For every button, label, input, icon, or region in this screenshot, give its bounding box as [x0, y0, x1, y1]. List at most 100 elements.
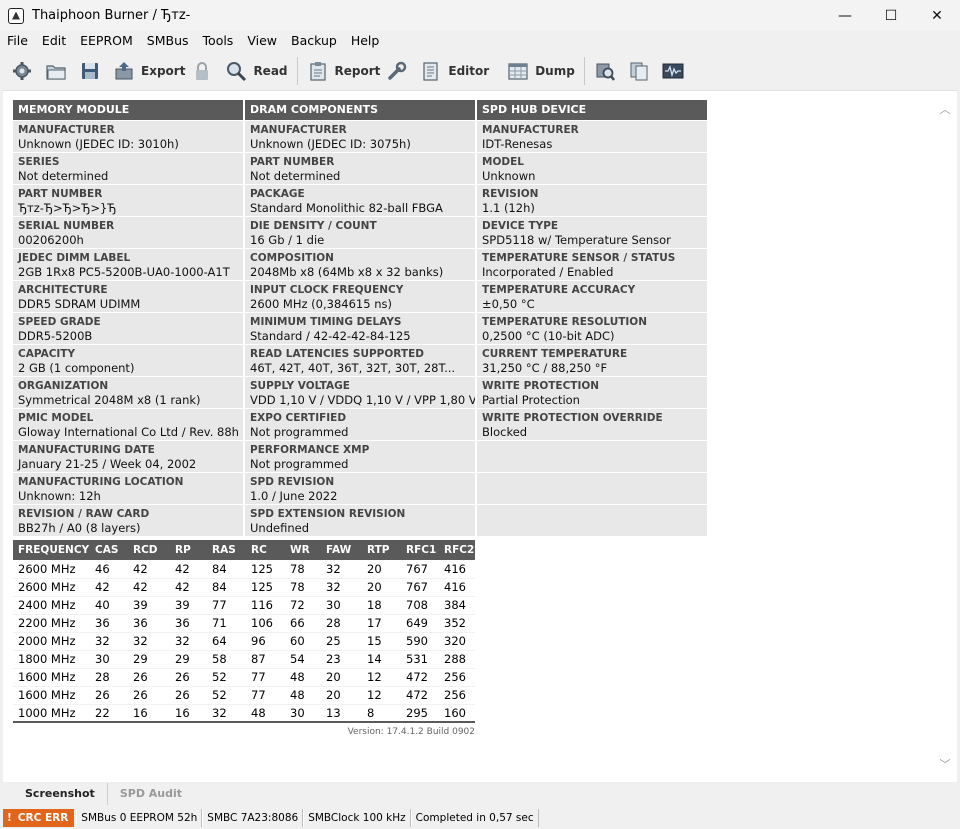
table-cell: 87 — [246, 650, 285, 669]
monitor-button[interactable] — [659, 56, 693, 86]
table-cell: 66 — [285, 614, 321, 633]
field-label: INPUT CLOCK FREQUENCY — [250, 284, 404, 296]
column-header: MEMORY MODULE — [13, 100, 243, 120]
field-label: REVISION / RAW CARD — [18, 508, 150, 520]
scroll-down-chevron-icon[interactable]: ﹀ — [939, 759, 951, 770]
spd-field: MANUFACTURER Unknown (JEDEC ID: 3010h) — [13, 121, 243, 152]
table-row: 1000 MHz 22 16 16 32 48 30 13 8 295 160 — [13, 704, 475, 723]
table-cell: 2600 MHz — [13, 560, 90, 579]
gear-icon — [11, 60, 33, 82]
empty-cell — [477, 505, 707, 536]
editor-button[interactable]: Editor — [417, 56, 492, 86]
table-row: 2600 MHz 46 42 42 84 125 78 32 20 767 416 — [13, 560, 475, 579]
field-value: 2GB 1Rx8 PC5-5200B-UA0-1000-A1T — [18, 265, 230, 279]
scroll-up-chevron-icon[interactable]: ︿ — [939, 104, 951, 115]
table-cell: 472 — [401, 668, 439, 687]
table-cell: 54 — [285, 650, 321, 669]
lock-button[interactable] — [188, 56, 222, 86]
field-label: PMIC MODEL — [18, 412, 94, 424]
spd-field: CURRENT TEMPERATURE 31,250 °C / 88,250 °F — [477, 345, 707, 376]
tools-button[interactable] — [383, 56, 417, 86]
bottom-tabs: Screenshot SPD Audit — [3, 783, 957, 805]
field-value: Standard Monolithic 82-ball FBGA — [250, 201, 443, 215]
timings-column-header: RTP — [362, 540, 401, 560]
spd-field: MANUFACTURING LOCATION Unknown: 12h — [13, 473, 243, 504]
field-value: 2600 MHz (0,384615 ns) — [250, 297, 392, 311]
dram-components-column: DRAM COMPONENTS MANUFACTURER Unknown (JED… — [245, 100, 475, 537]
field-label: MANUFACTURER — [18, 124, 115, 136]
export-button[interactable]: Export — [110, 56, 188, 86]
spd-field: PMIC MODEL Gloway International Co Ltd / … — [13, 409, 243, 440]
menu-edit[interactable]: Edit — [35, 31, 73, 51]
minimize-button[interactable]: — — [822, 0, 868, 31]
crc-error-badge[interactable]: ! CRC ERR — [3, 808, 75, 827]
save-button[interactable] — [76, 56, 110, 86]
spd-field: REVISION 1.1 (12h) — [477, 185, 707, 216]
document-edit-icon — [420, 60, 442, 82]
scan-button[interactable] — [591, 56, 625, 86]
table-cell: 590 — [401, 632, 439, 651]
table-cell: 288 — [439, 650, 475, 669]
menu-help[interactable]: Help — [344, 31, 387, 51]
field-value: Undefined — [250, 521, 309, 535]
table-cell: 32 — [90, 632, 128, 651]
field-label: PACKAGE — [250, 188, 305, 200]
menu-eeprom[interactable]: EEPROM — [73, 31, 140, 51]
grid-icon — [507, 60, 529, 82]
field-value: 00206200h — [18, 233, 84, 247]
table-row: 1600 MHz 26 26 26 52 77 48 20 12 472 256 — [13, 686, 475, 705]
table-cell: 64 — [207, 632, 246, 651]
dump-button[interactable]: Dump — [504, 56, 578, 86]
field-value: 1.0 / June 2022 — [250, 489, 338, 503]
tab-screenshot[interactable]: Screenshot — [13, 783, 107, 805]
table-cell: 42 — [170, 578, 207, 597]
table-cell: 42 — [128, 560, 170, 579]
field-label: JEDEC DIMM LABEL — [18, 252, 131, 264]
table-cell: 77 — [246, 686, 285, 705]
table-cell: 8 — [362, 704, 401, 723]
table-cell: 1600 MHz — [13, 668, 90, 687]
column-header: DRAM COMPONENTS — [245, 100, 475, 120]
spd-info-table: MEMORY MODULE MANUFACTURER Unknown (JEDEC… — [13, 100, 707, 537]
spd-field: READ LATENCIES SUPPORTED 46T, 42T, 40T, 3… — [245, 345, 475, 376]
read-button[interactable]: Read — [222, 56, 290, 86]
table-cell: 320 — [439, 632, 475, 651]
copy-button[interactable] — [625, 56, 659, 86]
field-label: CAPACITY — [18, 348, 76, 360]
settings-button[interactable] — [8, 56, 42, 86]
spd-field: TEMPERATURE RESOLUTION 0,2500 °C (10-bit … — [477, 313, 707, 344]
table-cell: 39 — [170, 596, 207, 615]
open-button[interactable] — [42, 56, 76, 86]
tab-spd-audit[interactable]: SPD Audit — [106, 783, 194, 805]
table-cell: 649 — [401, 614, 439, 633]
close-button[interactable]: ✕ — [914, 0, 960, 31]
table-cell: 39 — [128, 596, 170, 615]
table-cell: 30 — [90, 650, 128, 669]
field-value: Unknown — [482, 169, 536, 183]
field-value: Not determined — [250, 169, 341, 183]
menu-file[interactable]: File — [0, 31, 35, 51]
field-value: SPD5118 w/ Temperature Sensor — [482, 233, 671, 247]
table-cell: 58 — [207, 650, 246, 669]
report-button[interactable]: Report — [304, 56, 384, 86]
menu-smbus[interactable]: SMBus — [140, 31, 196, 51]
table-cell: 708 — [401, 596, 439, 615]
menu-tools[interactable]: Tools — [196, 31, 241, 51]
maximize-button[interactable]: ☐ — [868, 0, 914, 31]
table-cell: 42 — [170, 560, 207, 579]
report-label: Report — [334, 63, 381, 78]
timings-column-header: WR — [285, 540, 321, 560]
field-label: WRITE PROTECTION OVERRIDE — [482, 412, 663, 424]
field-label: CURRENT TEMPERATURE — [482, 348, 628, 360]
timings-column-header: FAW — [321, 540, 362, 560]
table-bottom-border — [13, 721, 475, 723]
crc-error-label: CRC ERR — [17, 811, 69, 824]
table-cell: 2200 MHz — [13, 614, 90, 633]
field-label: WRITE PROTECTION — [482, 380, 600, 392]
menu-view[interactable]: View — [240, 31, 284, 51]
table-cell: 125 — [246, 560, 285, 579]
table-cell: 26 — [170, 668, 207, 687]
menu-backup[interactable]: Backup — [284, 31, 344, 51]
field-label: COMPOSITION — [250, 252, 334, 264]
table-cell: 18 — [362, 596, 401, 615]
